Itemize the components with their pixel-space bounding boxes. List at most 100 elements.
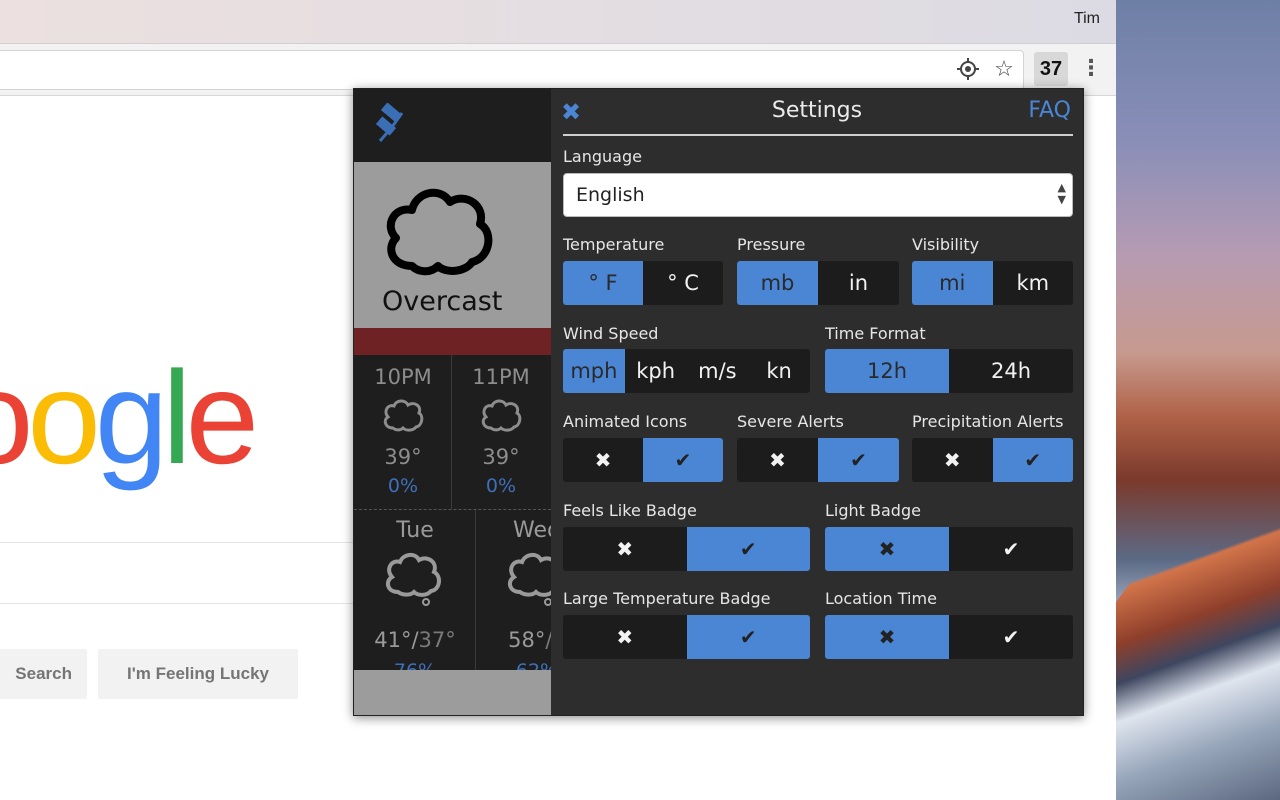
off-icon[interactable]: ✖ (563, 527, 687, 571)
option-12h[interactable]: 12h (825, 349, 949, 393)
settings-title: Settings (771, 98, 863, 123)
option-mb[interactable]: mb (737, 261, 818, 305)
profile-name[interactable]: Tim (1074, 10, 1100, 28)
hourly-item: 10PM 39° 0% (354, 355, 452, 509)
hour-precip: 0% (387, 475, 419, 497)
feels-like-badge-label: Feels Like Badge (563, 501, 697, 520)
feels-like-badge-toggle: ✖ ✔ (563, 527, 810, 571)
off-icon[interactable]: ✖ (825, 615, 949, 659)
light-badge-label: Light Badge (825, 501, 921, 520)
off-icon[interactable]: ✖ (825, 527, 949, 571)
logo-letter: l (162, 344, 191, 491)
wind-speed-toggle: mph kph m/s kn (563, 349, 810, 393)
language-select[interactable]: English ▲ ▼ (563, 173, 1073, 217)
wind-speed-label: Wind Speed (563, 324, 659, 343)
option-celsius[interactable]: ° C (643, 261, 723, 305)
visibility-toggle: mi km (912, 261, 1073, 305)
time-format-label: Time Format (825, 324, 926, 343)
temperature-toggle: ° F ° C (563, 261, 723, 305)
location-time-label: Location Time (825, 589, 937, 608)
pressure-label: Pressure (737, 235, 806, 254)
address-bar[interactable] (0, 50, 1024, 90)
satellite-icon[interactable] (372, 102, 412, 143)
divider (563, 134, 1073, 136)
off-icon[interactable]: ✖ (737, 438, 818, 482)
daily-item: Tue 41°/37° 76% (354, 510, 476, 682)
option-ms[interactable]: m/s (687, 349, 749, 393)
hour-temp: 39° (384, 445, 422, 469)
hourly-item: 11PM 39° 0% (452, 355, 550, 509)
check-icon[interactable]: ✔ (949, 615, 1073, 659)
cloud-icon (383, 399, 424, 432)
bookmark-star-icon[interactable]: ☆ (991, 57, 1017, 83)
weather-extension-button[interactable]: 37 (1034, 52, 1068, 86)
location-target-icon[interactable] (955, 57, 981, 83)
off-icon[interactable]: ✖ (563, 615, 687, 659)
hour-temp: 39° (482, 445, 520, 469)
weather-popup: Overcast 10PM 39° 0% 11PM 39° 0% Tue 41°… (353, 88, 1084, 716)
option-kn[interactable]: kn (748, 349, 810, 393)
cloud-icon (386, 188, 493, 276)
check-icon[interactable]: ✔ (949, 527, 1073, 571)
daily-item: Wed 58°/4 62% (476, 510, 551, 682)
option-kph[interactable]: kph (625, 349, 687, 393)
day-high: 58° (508, 628, 546, 652)
language-label: Language (563, 147, 642, 166)
check-icon[interactable]: ✔ (818, 438, 899, 482)
precipitation-alerts-toggle: ✖ ✔ (912, 438, 1073, 482)
check-icon[interactable]: ✔ (686, 527, 810, 571)
mountain-image (1116, 476, 1280, 800)
google-search-button[interactable]: Search (0, 649, 87, 699)
faq-link[interactable]: FAQ (1028, 98, 1071, 123)
condition-text: Overcast (382, 286, 503, 317)
hour-label: 10PM (374, 365, 432, 389)
animated-icons-toggle: ✖ ✔ (563, 438, 723, 482)
hourly-forecast: 10PM 39° 0% 11PM 39° 0% (354, 355, 551, 509)
logo-letter: o (0, 344, 33, 491)
browser-menu-icon[interactable]: ⋮ (1080, 56, 1102, 84)
temperature-label: Temperature (563, 235, 665, 254)
forecast-pane: Overcast 10PM 39° 0% 11PM 39° 0% Tue 41°… (354, 89, 551, 715)
location-time-toggle: ✖ ✔ (825, 615, 1073, 659)
large-temperature-badge-toggle: ✖ ✔ (563, 615, 810, 659)
option-24h[interactable]: 24h (949, 349, 1073, 393)
day-label: Tue (396, 518, 434, 543)
large-temperature-badge-label: Large Temperature Badge (563, 589, 771, 608)
precipitation-alerts-label: Precipitation Alerts (912, 412, 1064, 431)
alert-bar[interactable] (354, 328, 551, 355)
visibility-label: Visibility (912, 235, 980, 254)
select-arrows-icon: ▲ ▼ (1057, 181, 1066, 206)
severe-alerts-toggle: ✖ ✔ (737, 438, 899, 482)
off-icon[interactable]: ✖ (912, 438, 993, 482)
cloud-icon (507, 553, 551, 606)
hour-precip: 0% (485, 475, 517, 497)
language-value: English (576, 184, 645, 206)
day-label: Wed (513, 518, 551, 543)
option-mph[interactable]: mph (563, 349, 625, 393)
logo-letter: g (94, 344, 168, 491)
forecast-footer (354, 670, 551, 715)
off-icon[interactable]: ✖ (563, 438, 643, 482)
settings-panel: ✖ Settings FAQ Language English ▲ ▼ Tempe… (551, 89, 1083, 715)
google-logo: oogle (0, 352, 259, 484)
day-temp: 58°/4 (476, 628, 551, 652)
option-km[interactable]: km (993, 261, 1074, 305)
daily-forecast: Tue 41°/37° 76% Wed 58°/4 62% (354, 510, 551, 682)
logo-letter: e (185, 344, 259, 491)
cloud-icon (481, 399, 522, 432)
feeling-lucky-button[interactable]: I'm Feeling Lucky (98, 649, 298, 699)
option-mi[interactable]: mi (912, 261, 993, 305)
google-search-input[interactable] (0, 542, 360, 604)
desktop-wallpaper (1116, 0, 1280, 800)
check-icon[interactable]: ✔ (643, 438, 723, 482)
pressure-toggle: mb in (737, 261, 899, 305)
logo-letter: o (27, 344, 100, 491)
option-fahrenheit[interactable]: ° F (563, 261, 643, 305)
cloud-icon (385, 553, 441, 606)
check-icon[interactable]: ✔ (686, 615, 810, 659)
option-in[interactable]: in (818, 261, 899, 305)
day-temp: 41°/37° (374, 628, 456, 652)
check-icon[interactable]: ✔ (992, 438, 1073, 482)
browser-titlebar: Tim (0, 0, 1116, 44)
day-high: 41° (374, 628, 412, 652)
